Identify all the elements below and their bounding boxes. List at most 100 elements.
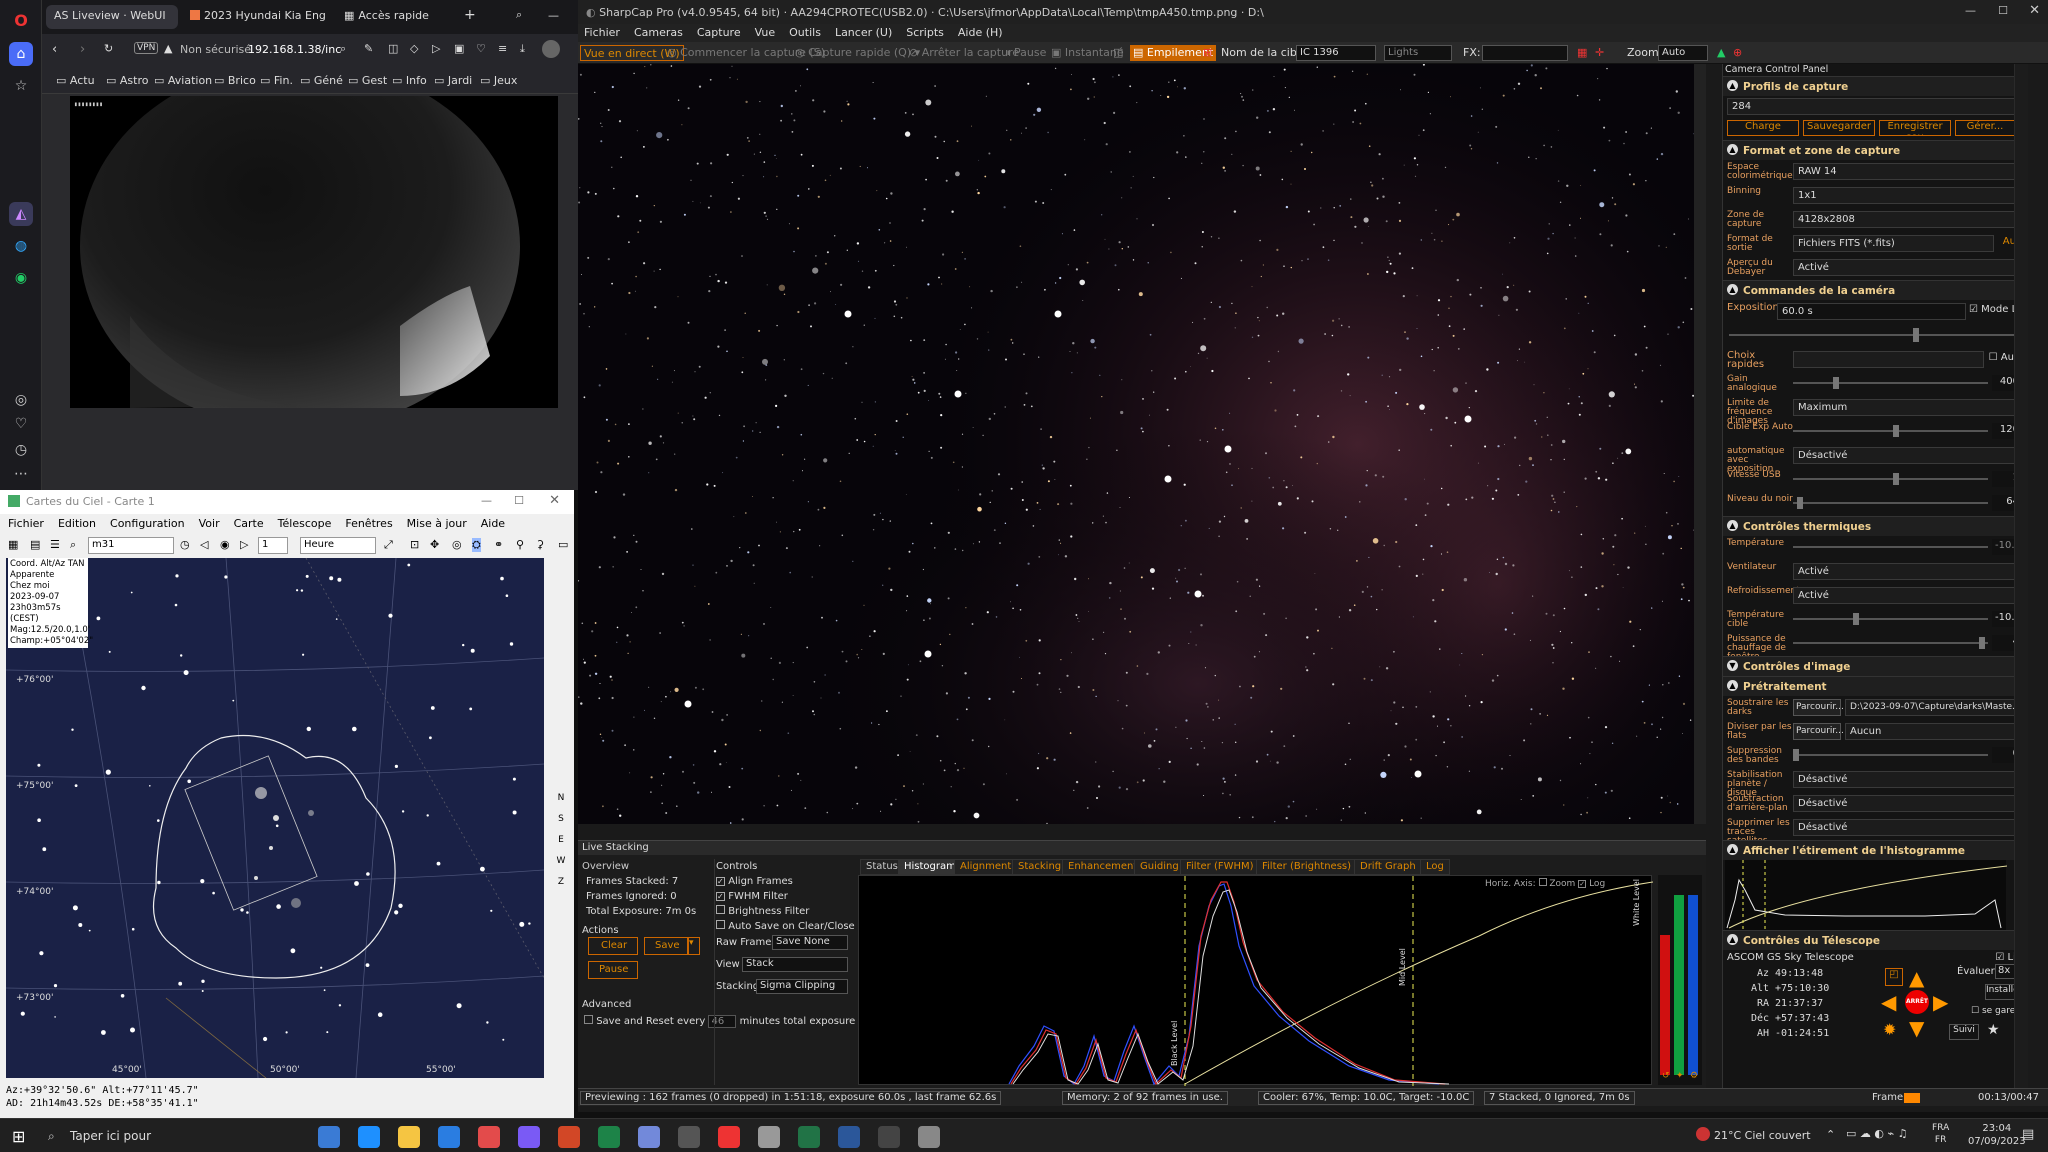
bookmark-aviation[interactable]: ▭ Aviation: [154, 74, 212, 87]
reticle-icon[interactable]: ⊞: [1200, 45, 1215, 61]
exposure-slider[interactable]: [1729, 334, 2022, 336]
word-icon[interactable]: [838, 1126, 860, 1148]
stabilization-select[interactable]: Désactivé: [1793, 771, 2018, 788]
framerate-select[interactable]: Maximum: [1793, 399, 2018, 416]
edge-icon[interactable]: [318, 1126, 340, 1148]
quick-pick-select[interactable]: [1793, 351, 1984, 368]
spotify-icon[interactable]: [598, 1126, 620, 1148]
live-preview-image[interactable]: [578, 64, 1706, 824]
sc-minimize-icon[interactable]: —: [1965, 4, 1976, 17]
clear-button[interactable]: Clear: [588, 937, 638, 955]
fwhm-row[interactable]: ✓ FWHM Filter: [716, 889, 856, 904]
zoom-fit-icon[interactable]: ⊡: [410, 538, 419, 551]
save-reset-input[interactable]: 46: [708, 1015, 737, 1028]
camera-icon[interactable]: ◫: [388, 42, 398, 55]
tab-filter-brightness[interactable]: Filter (Brightness): [1256, 859, 1358, 875]
tab-alignment[interactable]: Alignment: [954, 859, 1018, 875]
sync-icon[interactable]: ⚳: [536, 538, 544, 551]
search-object-input[interactable]: m31: [88, 537, 174, 554]
overlay-icon[interactable]: ⊕: [1730, 45, 1745, 61]
autosave-row[interactable]: Auto Save on Clear/Close: [716, 919, 856, 934]
chrome-icon[interactable]: [358, 1126, 380, 1148]
minimize-icon[interactable]: —: [540, 5, 562, 29]
menu-aide[interactable]: Aide (H): [958, 26, 1003, 39]
flats-browse-button[interactable]: Parcourir...: [1793, 723, 1844, 740]
log-checkbox[interactable]: ✓: [1578, 880, 1587, 888]
sharpcap-icon[interactable]: [758, 1126, 780, 1148]
bookmark-fin[interactable]: ▭ Fin.: [260, 74, 293, 87]
excel-icon[interactable]: [798, 1126, 820, 1148]
sc-close-icon[interactable]: ✕: [2029, 3, 2040, 18]
autoexp-slider[interactable]: [1793, 430, 1988, 432]
list-icon[interactable]: ☰: [50, 538, 60, 551]
raw-frames-select[interactable]: Save None: [772, 935, 848, 950]
profile-icon[interactable]: [542, 40, 560, 58]
db-icon[interactable]: ▤: [30, 538, 40, 551]
section-preprocessing[interactable]: ▲ Prétraitement: [1723, 676, 2028, 696]
banding-slider[interactable]: [1793, 754, 1988, 756]
gain-slider[interactable]: [1793, 382, 1988, 384]
connect-icon[interactable]: ⚭: [494, 538, 503, 551]
slew-east-button[interactable]: ▶: [1933, 990, 1948, 1014]
crosshair-icon[interactable]: ✛: [1592, 45, 1607, 61]
auto-icon[interactable]: ✦: [1676, 1071, 1684, 1081]
tray-icons[interactable]: ▭ ☁ ◐ ⌁ ♫: [1846, 1127, 1907, 1140]
black-level-slider[interactable]: [1793, 502, 1988, 504]
autosave-checkbox[interactable]: [716, 920, 725, 929]
sc-maximize-icon[interactable]: ☐: [1998, 4, 2008, 17]
panel-icon[interactable]: ▭: [558, 538, 568, 551]
home-position-icon[interactable]: ✹: [1883, 1020, 1896, 1039]
bookmark-info[interactable]: ▭ Info: [392, 74, 427, 87]
prev-icon[interactable]: ◁: [200, 538, 208, 551]
pin-icon[interactable]: ☆: [9, 74, 33, 98]
language-indicator[interactable]: FRA FR: [1932, 1122, 1949, 1146]
level-bars[interactable]: ↺ ✦ ⚙: [1658, 875, 1702, 1085]
exposure-slider-thumb[interactable]: [1913, 328, 1919, 342]
terminal-icon[interactable]: [678, 1126, 700, 1148]
clock[interactable]: 23:04 07/09/2023: [1968, 1122, 2026, 1148]
compass-icon[interactable]: ✥: [430, 538, 439, 551]
search-page-icon[interactable]: ⌕: [340, 42, 346, 56]
tab-hyundai[interactable]: 2023 Hyundai Kia Eng: [182, 5, 332, 29]
histogram-graph[interactable]: Black Level Mid Level White Level Horiz.…: [858, 875, 1654, 1086]
binning-select[interactable]: 1x1: [1793, 187, 2018, 204]
telescope-icon[interactable]: ⛭: [472, 538, 481, 552]
darks-select[interactable]: D:\2023-09-07\Capture\darks\Maste...: [1845, 699, 2018, 716]
menu-voir[interactable]: Voir: [199, 517, 220, 530]
cdc-close-icon[interactable]: ✕: [549, 493, 560, 508]
fullscreen-icon[interactable]: ⤢: [384, 538, 393, 552]
star-icon[interactable]: ★: [1987, 1022, 2000, 1038]
tab-log[interactable]: Log: [1420, 859, 1450, 875]
cdc-icon[interactable]: [878, 1126, 900, 1148]
satellite-select[interactable]: Désactivé: [1793, 819, 2018, 836]
section-camera-controls[interactable]: ▲ Commandes de la caméra: [1723, 280, 2028, 300]
weather-text[interactable]: 21°C Ciel couvert: [1714, 1129, 1811, 1142]
tab-filter-fwhm[interactable]: Filter (FWHM): [1180, 859, 1260, 875]
taskbar-search-input[interactable]: Taper ici pour: [70, 1129, 151, 1143]
photos-icon[interactable]: [518, 1126, 540, 1148]
menu-fichier[interactable]: Fichier: [584, 26, 620, 39]
options-icon[interactable]: ⚙: [1690, 1071, 1698, 1081]
cdc-maximize-icon[interactable]: ☐: [514, 494, 524, 507]
menu-fichier[interactable]: Fichier: [8, 517, 44, 530]
pause-button[interactable]: ⏸ Pause: [1002, 45, 1049, 61]
load-profile-button[interactable]: Charge: [1727, 120, 1799, 136]
bookmark-astro[interactable]: ▭ Astro: [106, 74, 148, 87]
save-dropdown-icon[interactable]: ▾: [688, 937, 700, 955]
usb-slider[interactable]: [1793, 478, 1988, 480]
menu-scripts[interactable]: Scripts: [906, 26, 944, 39]
flats-select[interactable]: Aucun: [1845, 723, 2018, 740]
back-icon[interactable]: ‹: [52, 42, 57, 57]
align-row[interactable]: ✓ Align Frames: [716, 874, 856, 889]
stacking-select[interactable]: Sigma Clipping: [756, 979, 848, 994]
reset-icon[interactable]: ↺: [1662, 1071, 1670, 1081]
messenger-icon[interactable]: ◍: [9, 234, 33, 258]
notification-icon[interactable]: ▤: [2022, 1127, 2034, 1142]
output-format-select[interactable]: Fichiers FITS (*.fits): [1793, 235, 1994, 252]
folder-icon[interactable]: [398, 1126, 420, 1148]
slew-south-button[interactable]: ▼: [1909, 1016, 1924, 1040]
tab-histogram[interactable]: Histogram: [898, 859, 962, 875]
target-name-input[interactable]: IC 1396: [1296, 45, 1376, 61]
east-button[interactable]: E: [554, 830, 568, 851]
now-icon[interactable]: ◉: [220, 538, 230, 551]
